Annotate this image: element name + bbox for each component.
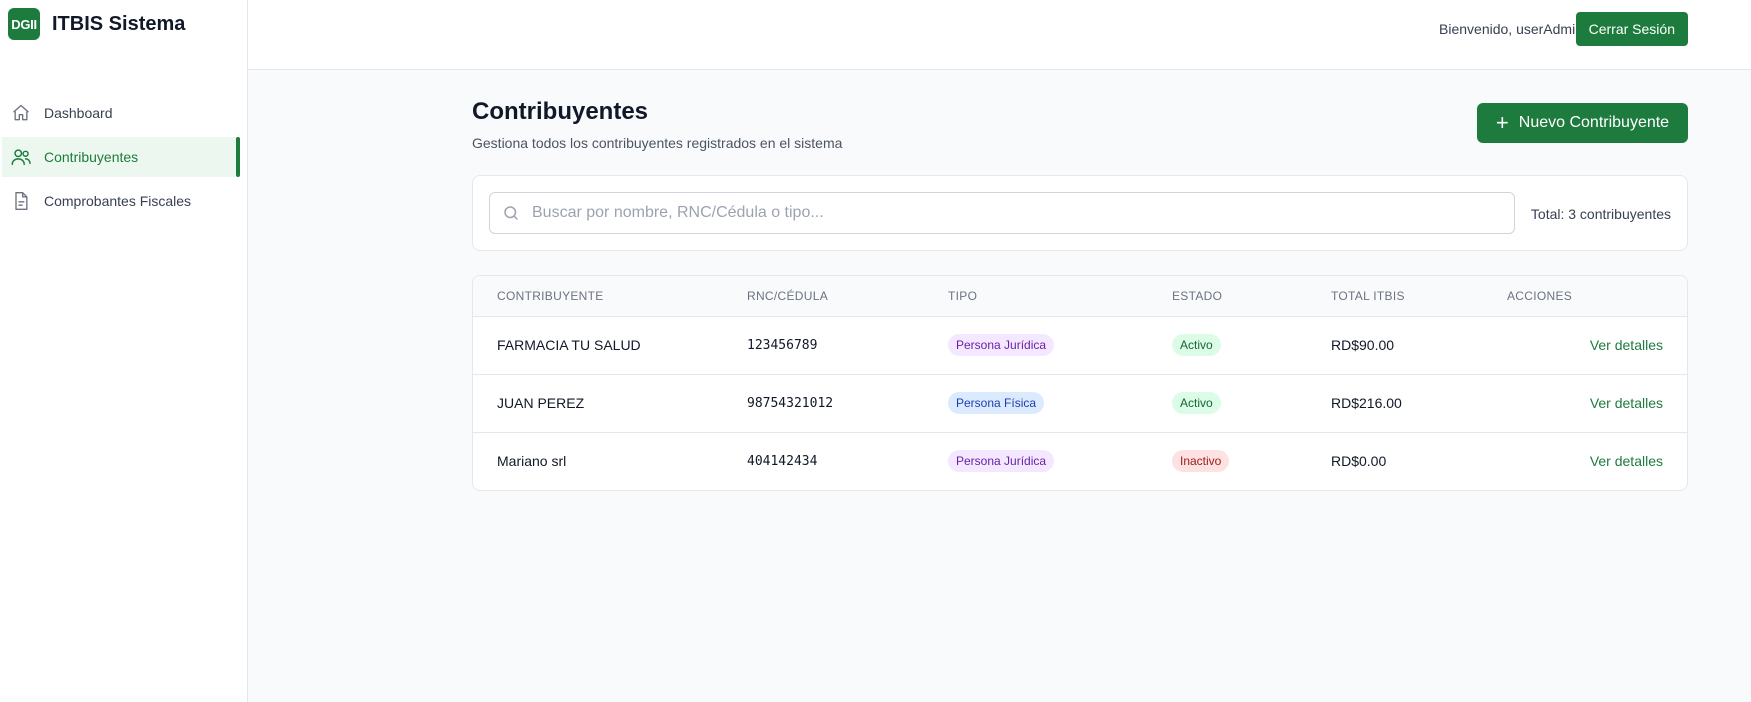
- column-header-rnc: RNC/CÉDULA: [747, 276, 948, 317]
- column-header-contribuyente: CONTRIBUYENTE: [473, 276, 747, 317]
- table-header-row: CONTRIBUYENTE RNC/CÉDULA TIPO ESTADO TOT…: [473, 276, 1687, 317]
- total-count: Total: 3 contribuyentes: [1530, 206, 1671, 222]
- search-box[interactable]: [489, 192, 1515, 234]
- logout-button[interactable]: Cerrar Sesión: [1575, 12, 1688, 46]
- rnc-value: 123456789: [747, 337, 818, 353]
- tipo-badge: Persona Física: [948, 392, 1045, 414]
- column-header-estado: ESTADO: [1172, 276, 1331, 317]
- column-header-acciones: ACCIONES: [1507, 276, 1687, 317]
- table-row: FARMACIA TU SALUD 123456789 Persona Jurí…: [473, 316, 1687, 374]
- rnc-value: 98754321012: [747, 395, 834, 411]
- search-icon: [502, 203, 522, 223]
- welcome-text: Bienvenido, userAdmin: [1439, 21, 1583, 37]
- tipo-badge: Persona Jurídica: [948, 334, 1055, 356]
- page-subtitle: Gestiona todos los contribuyentes regist…: [472, 135, 843, 151]
- status-badge: Inactivo: [1172, 450, 1230, 473]
- sidebar-item-label: Comprobantes Fiscales: [44, 193, 192, 209]
- contribuyentes-table-card: CONTRIBUYENTE RNC/CÉDULA TIPO ESTADO TOT…: [472, 275, 1688, 491]
- status-badge: Activo: [1172, 392, 1221, 414]
- new-contribuyente-button[interactable]: + Nuevo Contribuyente: [1477, 103, 1688, 143]
- sidebar-item-contribuyentes[interactable]: Contribuyentes: [2, 137, 240, 177]
- ver-detalles-link[interactable]: Ver detalles: [1590, 453, 1663, 469]
- column-header-tipo: TIPO: [948, 276, 1172, 317]
- document-icon: [10, 190, 32, 212]
- top-header: Bienvenido, userAdmin Cerrar Sesión: [248, 0, 1751, 70]
- rnc-value: 404142434: [747, 453, 818, 469]
- contribuyente-name: JUAN PEREZ: [497, 395, 585, 411]
- app-title: ITBIS Sistema: [52, 12, 186, 35]
- status-badge: Activo: [1172, 334, 1221, 356]
- ver-detalles-link[interactable]: Ver detalles: [1590, 395, 1663, 411]
- ver-detalles-link[interactable]: Ver detalles: [1590, 337, 1663, 353]
- brand: DGII ITBIS Sistema: [8, 8, 185, 40]
- table-row: Mariano srl 404142434 Persona Jurídica I…: [473, 432, 1687, 490]
- contribuyentes-table: CONTRIBUYENTE RNC/CÉDULA TIPO ESTADO TOT…: [473, 276, 1687, 490]
- total-itbis-value: RD$216.00: [1331, 395, 1402, 411]
- column-header-total-itbis: TOTAL ITBIS: [1331, 276, 1507, 317]
- new-contribuyente-label: Nuevo Contribuyente: [1518, 114, 1670, 131]
- plus-icon: +: [1495, 110, 1509, 135]
- sidebar: DGII ITBIS Sistema Dashboard Contribuyen…: [0, 0, 248, 702]
- sidebar-item-label: Contribuyentes: [44, 149, 139, 165]
- app-root: DGII ITBIS Sistema Dashboard Contribuyen…: [0, 0, 1751, 702]
- table-row: JUAN PEREZ 98754321012 Persona Física Ac…: [473, 374, 1687, 432]
- home-icon: [10, 102, 32, 124]
- contribuyente-name: Mariano srl: [497, 453, 567, 470]
- dgii-logo: DGII: [8, 8, 40, 40]
- search-card: Total: 3 contribuyentes: [472, 175, 1688, 251]
- sidebar-item-comprobantes[interactable]: Comprobantes Fiscales: [0, 181, 240, 221]
- users-icon: [10, 146, 32, 168]
- search-input[interactable]: [532, 204, 1492, 222]
- sidebar-item-label: Dashboard: [44, 105, 113, 121]
- sidebar-nav: Dashboard Contribuyentes Comprobantes Fi…: [0, 93, 248, 225]
- sidebar-item-dashboard[interactable]: Dashboard: [0, 93, 240, 133]
- contribuyente-name: FARMACIA TU SALUD: [497, 337, 641, 353]
- page-title: Contribuyentes: [472, 98, 649, 125]
- tipo-badge: Persona Jurídica: [948, 450, 1055, 473]
- total-itbis-value: RD$90.00: [1331, 337, 1395, 353]
- total-itbis-value: RD$0.00: [1331, 453, 1387, 470]
